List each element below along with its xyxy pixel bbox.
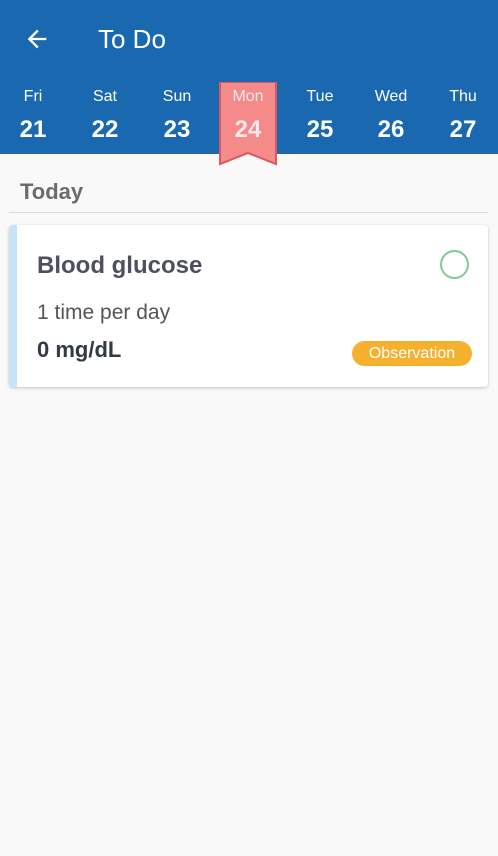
day-name: Wed bbox=[374, 88, 408, 105]
day-sun[interactable]: Sun 23 bbox=[148, 82, 206, 154]
day-tue[interactable]: Tue 25 bbox=[291, 82, 349, 154]
day-name: Sun bbox=[162, 88, 192, 105]
day-thu[interactable]: Thu 27 bbox=[434, 82, 492, 154]
day-mon-selected[interactable]: Mon 24 bbox=[219, 82, 277, 166]
day-number: 21 bbox=[19, 116, 47, 143]
day-number: 27 bbox=[449, 116, 477, 143]
task-type-badge: Observation bbox=[352, 341, 472, 366]
day-number: 22 bbox=[91, 116, 119, 143]
day-name: Mon bbox=[232, 88, 264, 105]
day-fri[interactable]: Fri 21 bbox=[4, 82, 62, 154]
day-name: Thu bbox=[449, 88, 477, 105]
page-title: To Do bbox=[98, 24, 166, 54]
card-accent-bar bbox=[9, 225, 17, 387]
app-header: To Do Fri 21 Sat 22 Sun 23 Mon 24 Tue 25… bbox=[0, 0, 498, 166]
task-title: Blood glucose bbox=[37, 252, 203, 279]
back-button[interactable] bbox=[20, 22, 54, 56]
day-name: Fri bbox=[23, 88, 43, 105]
day-number: 25 bbox=[306, 116, 334, 143]
arrow-left-icon bbox=[27, 29, 47, 49]
task-value: 0 mg/dL bbox=[37, 337, 122, 362]
day-name: Sat bbox=[92, 88, 117, 105]
circle-outline-icon[interactable] bbox=[440, 250, 469, 279]
task-frequency: 1 time per day bbox=[37, 301, 171, 324]
day-wed[interactable]: Wed 26 bbox=[362, 82, 420, 154]
day-number: 26 bbox=[377, 116, 405, 143]
day-number: 23 bbox=[163, 116, 191, 143]
day-number: 24 bbox=[234, 116, 262, 143]
week-day-selector: Fri 21 Sat 22 Sun 23 Mon 24 Tue 25 Wed 2… bbox=[0, 82, 498, 166]
section-divider bbox=[9, 212, 488, 213]
day-name: Tue bbox=[306, 88, 334, 105]
section-title-today: Today bbox=[20, 179, 84, 204]
day-sat[interactable]: Sat 22 bbox=[76, 82, 134, 154]
task-card[interactable]: Blood glucose 1 time per day 0 mg/dL Obs… bbox=[9, 225, 488, 387]
